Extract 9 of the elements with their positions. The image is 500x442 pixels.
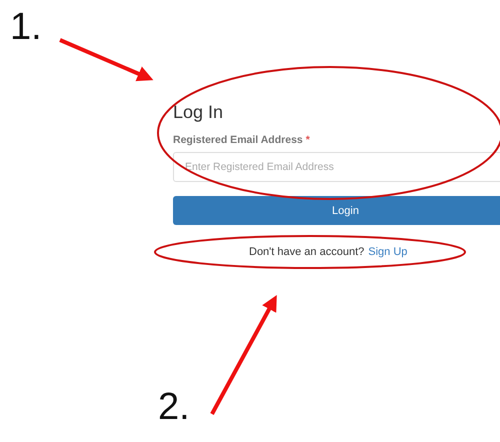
- form-title: Log In: [173, 102, 224, 123]
- field-label: Registered Email Address: [173, 134, 303, 146]
- login-button[interactable]: Login: [173, 196, 500, 225]
- required-mark: *: [306, 134, 310, 146]
- email-field[interactable]: Enter Registered Email Address: [173, 152, 500, 182]
- annotation-number: 2.: [158, 386, 190, 429]
- signup-link[interactable]: Sign Up: [368, 246, 408, 258]
- annotation-number: 1.: [10, 6, 42, 49]
- signup-prompt: Don't have an account?: [249, 246, 364, 258]
